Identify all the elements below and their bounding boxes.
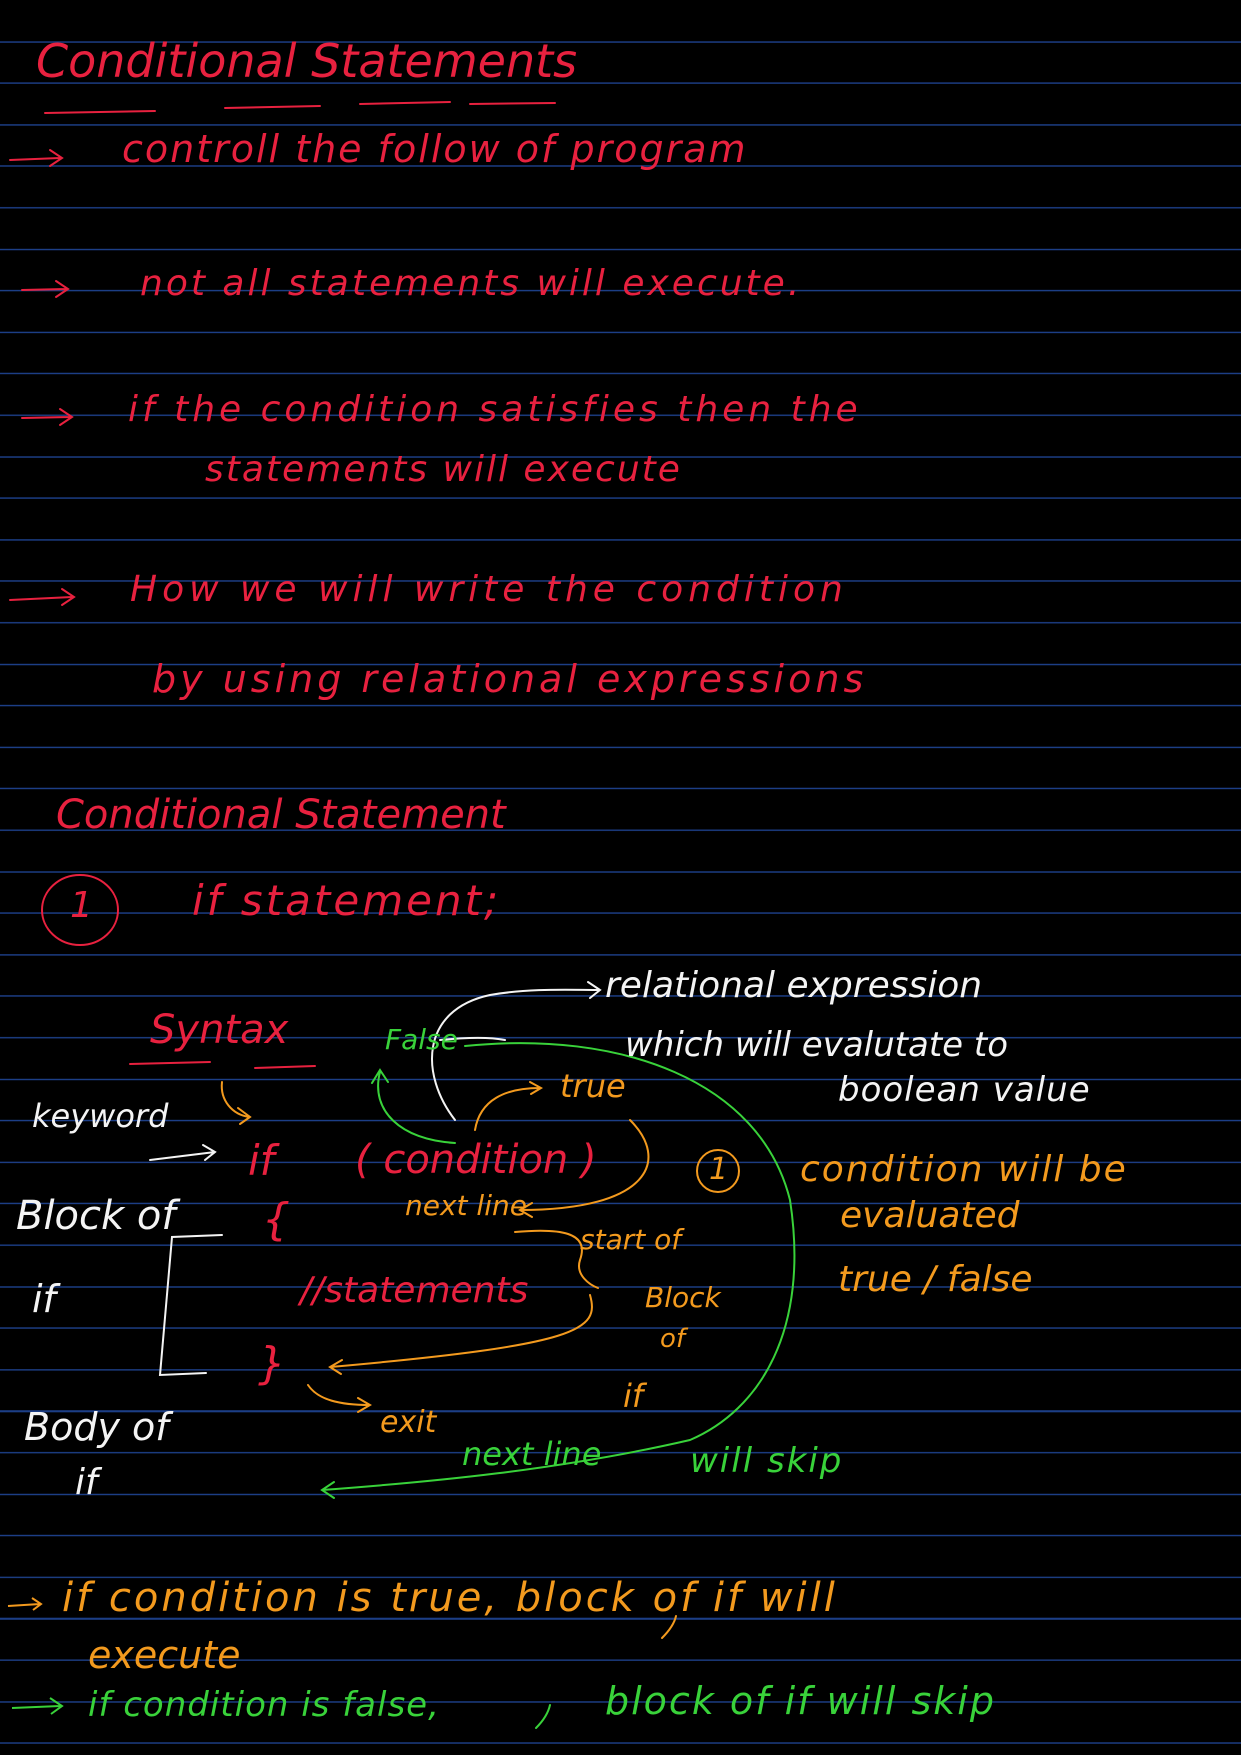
body-of-label: Body of bbox=[24, 1405, 169, 1449]
next-line-skip-2: will skip bbox=[690, 1441, 844, 1481]
block-of-label: Block of bbox=[16, 1193, 176, 1239]
page-heading: Conditional Statements bbox=[36, 34, 578, 88]
true-arrow bbox=[474, 1081, 544, 1131]
code-if: if bbox=[248, 1136, 275, 1185]
false-label: False bbox=[385, 1023, 458, 1056]
next-line-label: next line bbox=[405, 1189, 527, 1222]
keyword-arrow bbox=[149, 1144, 217, 1161]
body-of-if-label: if bbox=[75, 1462, 98, 1503]
bullet-arrow-4 bbox=[9, 588, 76, 606]
summary-arrow-2 bbox=[11, 1697, 64, 1715]
syntax-underline bbox=[129, 1061, 316, 1069]
lined-notebook-page: Conditional Statements controll the foll… bbox=[0, 0, 1241, 1755]
summary-line-3b: block of if will skip bbox=[605, 1679, 996, 1723]
relational-note-2: which will evalutate to bbox=[625, 1025, 1009, 1065]
syntax-label: Syntax bbox=[150, 1007, 289, 1053]
bullet-3a: if the condition satisfies then the bbox=[128, 389, 862, 430]
start-of-label: start of bbox=[580, 1223, 682, 1256]
exit-label: exit bbox=[380, 1405, 437, 1440]
item-number: 1 bbox=[70, 885, 93, 926]
block-of-if-label: if bbox=[32, 1277, 56, 1321]
bullet-1: controll the follow of program bbox=[122, 127, 748, 171]
summary-line-1: if condition is true, block of if will bbox=[62, 1575, 838, 1621]
bullet-arrow-1 bbox=[9, 149, 64, 167]
code-condition: ( condition ) bbox=[355, 1137, 597, 1183]
if-label: if bbox=[623, 1377, 644, 1415]
step-text-1: condition will be bbox=[800, 1149, 1128, 1190]
relational-note-3: boolean value bbox=[838, 1070, 1091, 1110]
summary-line-2: execute bbox=[88, 1633, 241, 1677]
step-text-3: true / false bbox=[838, 1259, 1033, 1300]
next-line-skip-1: next line bbox=[462, 1435, 602, 1473]
true-label: true bbox=[560, 1067, 626, 1105]
subheading: Conditional Statement bbox=[56, 792, 506, 838]
block-label: Block bbox=[645, 1281, 721, 1314]
bullet-3b: statements will execute bbox=[205, 449, 682, 490]
bullet-arrow-3 bbox=[21, 408, 74, 426]
block-bracket bbox=[158, 1234, 223, 1377]
code-open-brace: { bbox=[262, 1194, 290, 1245]
bullet-4: How we will write the condition bbox=[130, 569, 848, 610]
bullet-2: not all statements will execute. bbox=[140, 263, 803, 304]
relational-note-1: relational expression bbox=[605, 965, 983, 1006]
keyword-label: keyword bbox=[32, 1097, 169, 1135]
summary-comma-green bbox=[535, 1704, 551, 1729]
of-label: of bbox=[660, 1324, 686, 1354]
item-title: if statement; bbox=[192, 876, 502, 925]
heading-underline bbox=[44, 101, 556, 114]
code-close-brace: } bbox=[258, 1338, 286, 1389]
summary-line-3a: if condition is false, bbox=[88, 1685, 440, 1725]
exit-arrow bbox=[307, 1384, 372, 1413]
step-text-2: evaluated bbox=[840, 1195, 1020, 1236]
bullet-5: by using relational expressions bbox=[152, 657, 868, 701]
summary-arrow-1 bbox=[7, 1597, 43, 1611]
step-number: 1 bbox=[709, 1152, 729, 1187]
keyword-hook-arrow bbox=[220, 1081, 252, 1125]
bullet-arrow-2 bbox=[21, 280, 70, 298]
code-statements: //statements bbox=[300, 1270, 529, 1311]
false-arrow bbox=[371, 1068, 456, 1144]
